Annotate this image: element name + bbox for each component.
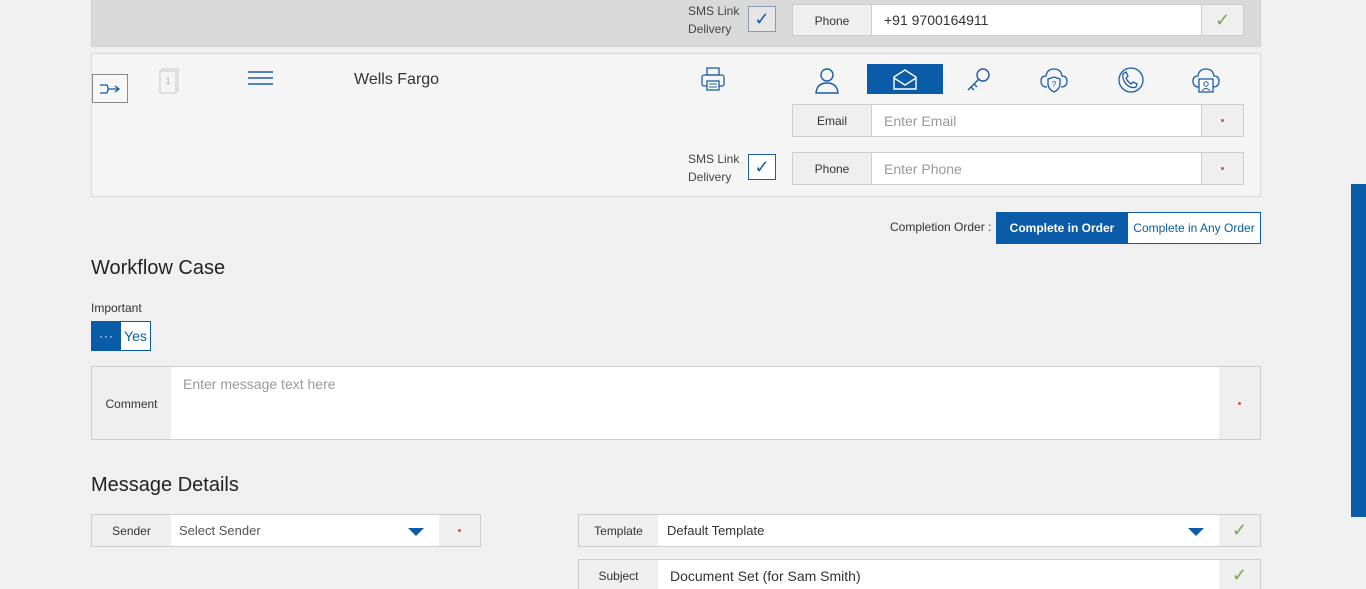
comment-label: Comment xyxy=(91,366,172,440)
subject-valid-check: ✓ xyxy=(1219,559,1261,589)
person-icon[interactable] xyxy=(810,64,843,96)
svg-text:1: 1 xyxy=(165,76,170,86)
important-label: Important xyxy=(91,301,142,315)
key-icon[interactable] xyxy=(962,64,995,96)
phone-label: Phone xyxy=(792,152,872,185)
route-arrow-icon xyxy=(100,83,121,94)
id-verification-icon[interactable] xyxy=(1189,64,1222,96)
phone-auth-icon[interactable] xyxy=(1113,64,1146,96)
chevron-down-icon[interactable] xyxy=(408,528,424,536)
chevron-down-icon[interactable] xyxy=(1188,528,1204,536)
sms-link-delivery-checkbox[interactable]: ✓ xyxy=(748,154,776,180)
print-icon[interactable] xyxy=(698,64,728,94)
email-delivery-icon[interactable] xyxy=(867,64,943,94)
complete-in-any-order-button[interactable]: Complete in Any Order xyxy=(1127,212,1261,244)
phone-label: Phone xyxy=(792,4,872,36)
complete-in-order-button[interactable]: Complete in Order xyxy=(996,212,1128,244)
template-value: Default Template xyxy=(667,523,765,538)
comment-required-indicator xyxy=(1219,366,1261,440)
route-button[interactable] xyxy=(92,74,128,103)
scrollbar[interactable] xyxy=(1351,184,1366,517)
sender-required-indicator xyxy=(439,514,481,547)
toggle-knob: ··· xyxy=(92,322,121,350)
check-icon: ✓ xyxy=(1214,9,1231,30)
sender-label: Sender xyxy=(91,514,172,547)
svg-text:?: ? xyxy=(1051,80,1056,89)
workflow-case-title: Workflow Case xyxy=(91,257,226,279)
sms-link-delivery-label: SMS Link Delivery xyxy=(688,152,740,184)
template-select[interactable]: Default Template xyxy=(658,514,1220,547)
sender-select[interactable]: Select Sender xyxy=(171,514,440,547)
check-icon: ✓ xyxy=(1231,565,1248,585)
recipient-name: Wells Fargo xyxy=(354,71,440,88)
subject-label: Subject xyxy=(578,559,659,589)
template-valid-check: ✓ xyxy=(1219,514,1261,547)
sender-value: Select Sender xyxy=(179,523,261,538)
phone-valid-check: ✓ xyxy=(1202,4,1244,36)
email-input[interactable]: Enter Email xyxy=(872,104,1202,137)
menu-icon[interactable] xyxy=(247,70,274,93)
phone-input[interactable]: +91 9700164911 xyxy=(872,4,1202,36)
security-question-icon[interactable]: ? xyxy=(1037,64,1070,96)
important-toggle[interactable]: ··· Yes xyxy=(91,321,151,351)
completion-order-label: Completion Order : xyxy=(890,220,992,234)
phone-required-indicator xyxy=(1202,152,1244,185)
email-required-indicator xyxy=(1202,104,1244,137)
template-label: Template xyxy=(578,514,659,547)
message-details-title: Message Details xyxy=(91,474,239,496)
sms-link-delivery-label: SMS Link Delivery xyxy=(688,4,740,36)
subject-input[interactable]: Document Set (for Sam Smith) xyxy=(658,559,1220,589)
email-label: Email xyxy=(792,104,872,137)
document-order-icon[interactable]: 1 xyxy=(158,66,182,99)
phone-input[interactable]: Enter Phone xyxy=(872,152,1202,185)
comment-textarea[interactable]: Enter message text here xyxy=(171,366,1220,440)
sms-link-delivery-checkbox[interactable]: ✓ xyxy=(748,6,776,32)
check-icon: ✓ xyxy=(1231,520,1248,540)
toggle-value: Yes xyxy=(124,328,147,344)
